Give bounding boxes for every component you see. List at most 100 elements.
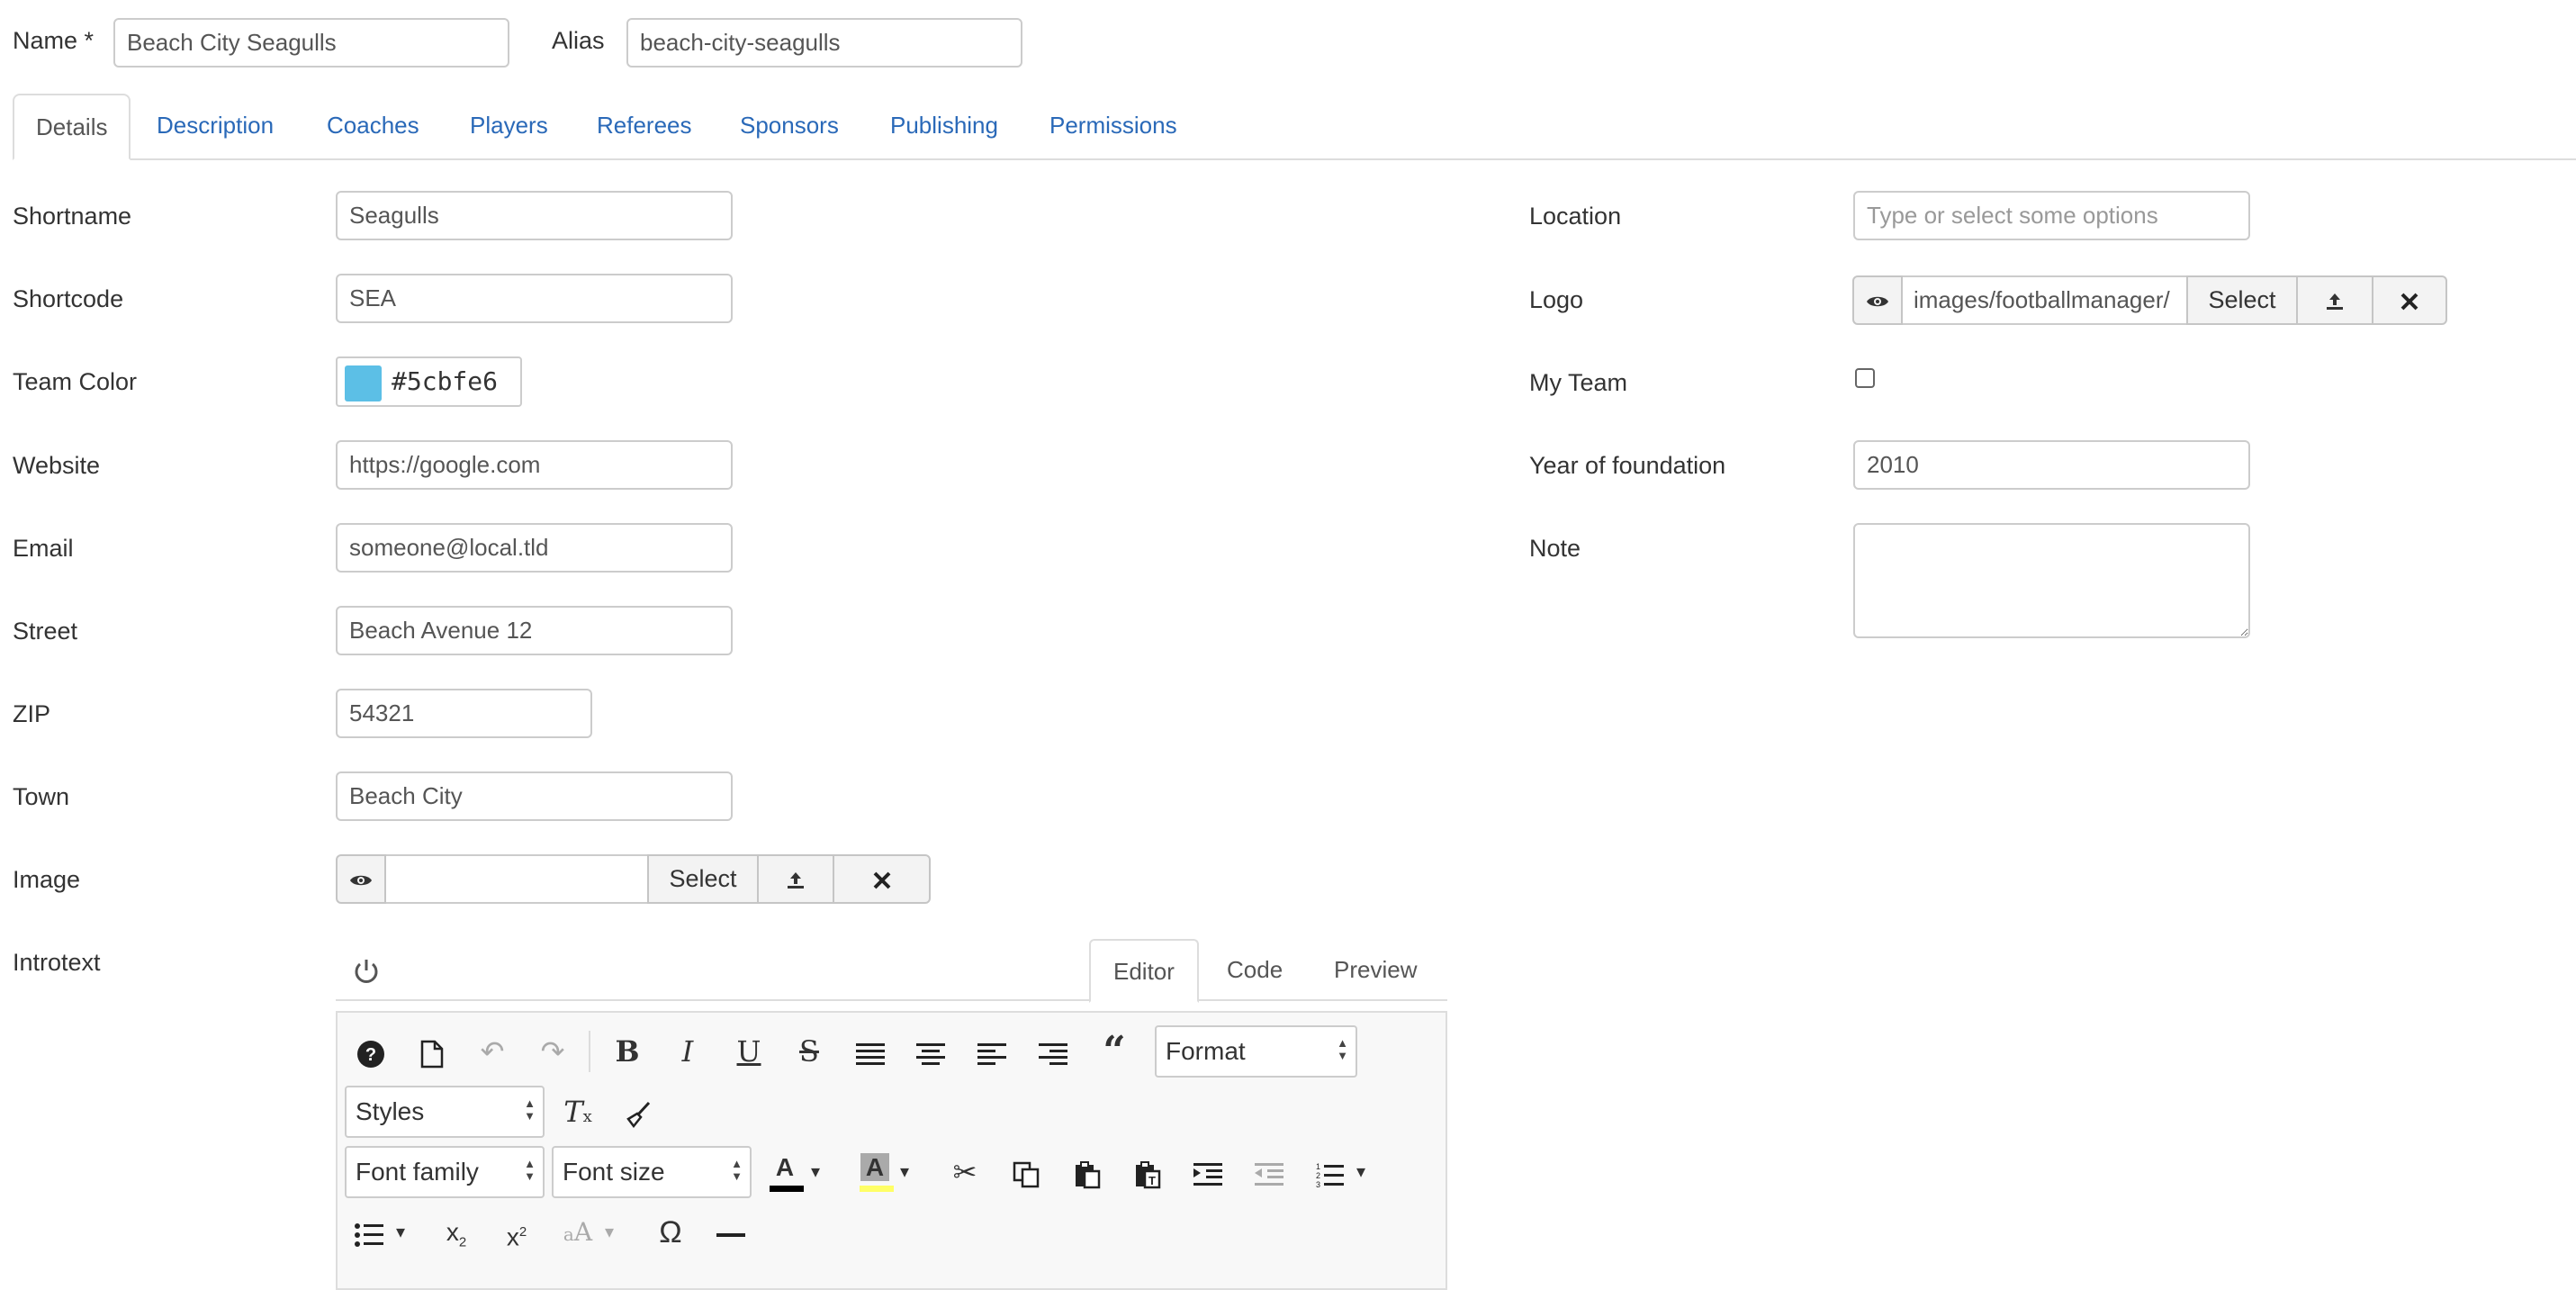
image-path-input[interactable]	[386, 854, 647, 904]
name-input[interactable]: Beach City Seagulls	[113, 18, 509, 68]
omega-icon[interactable]: Ω	[646, 1208, 695, 1257]
outdent-icon[interactable]	[1245, 1148, 1293, 1196]
paste-text-icon[interactable]: T	[1123, 1148, 1172, 1196]
shortcode-input[interactable]: SEA	[336, 274, 733, 323]
alias-input[interactable]: beach-city-seagulls	[626, 18, 1022, 68]
team-color-label: Team Color	[13, 368, 138, 395]
image-preview-button[interactable]	[336, 854, 386, 904]
numbered-list-dropdown-icon[interactable]: ▾	[1352, 1148, 1370, 1196]
location-label: Location	[1529, 203, 1622, 230]
image-upload-button[interactable]	[757, 854, 834, 904]
team-color-picker[interactable]: #5cbfe6	[336, 356, 522, 407]
logo-path-input[interactable]: images/footballmanager/	[1903, 275, 2186, 325]
clean-brush-icon[interactable]	[614, 1087, 662, 1136]
italic-icon[interactable]: I	[663, 1027, 712, 1076]
superscript-icon[interactable]: x2	[492, 1208, 541, 1257]
strikethrough-icon[interactable]: S	[785, 1027, 833, 1076]
logo-upload-button[interactable]	[2296, 275, 2373, 325]
align-center-icon[interactable]	[906, 1027, 955, 1076]
power-icon	[355, 960, 378, 983]
tab-details[interactable]: Details	[13, 94, 131, 160]
introtext-label: Introtext	[13, 949, 101, 976]
color-value[interactable]: #5cbfe6	[392, 358, 498, 405]
align-justify-icon[interactable]	[846, 1027, 895, 1076]
editor-tab-code[interactable]: Code	[1227, 939, 1283, 1001]
tab-referees[interactable]: Referees	[597, 94, 692, 158]
help-icon[interactable]: ?	[347, 1027, 395, 1076]
text-color-dropdown-icon[interactable]: ▾	[806, 1148, 824, 1196]
bullet-list-icon[interactable]	[345, 1208, 393, 1257]
clear-formatting-icon[interactable]: Tx	[554, 1087, 602, 1136]
select-arrows-icon: ▲ ▼	[524, 1157, 536, 1183]
image-media-field: Select	[336, 854, 931, 904]
bold-icon[interactable]: B	[603, 1027, 652, 1076]
redo-icon[interactable]: ↷	[528, 1027, 577, 1076]
close-icon	[2400, 293, 2418, 311]
indent-icon[interactable]	[1184, 1148, 1232, 1196]
logo-preview-button[interactable]	[1852, 275, 1903, 325]
bullet-list-dropdown-icon[interactable]: ▾	[392, 1208, 410, 1257]
cut-icon[interactable]: ✂	[941, 1148, 989, 1196]
street-input[interactable]: Beach Avenue 12	[336, 606, 733, 655]
eye-icon	[350, 875, 372, 886]
website-label: Website	[13, 452, 101, 479]
background-color-icon[interactable]: A	[851, 1148, 899, 1196]
logo-label: Logo	[1529, 286, 1584, 313]
tab-permissions[interactable]: Permissions	[1049, 94, 1177, 158]
styles-select[interactable]: Styles ▲ ▼	[345, 1086, 545, 1138]
tab-publishing[interactable]: Publishing	[890, 94, 998, 158]
year-input[interactable]: 2010	[1853, 440, 2250, 490]
styles-select-label: Styles	[356, 1097, 425, 1125]
shortname-label: Shortname	[13, 203, 132, 230]
align-right-icon[interactable]	[1029, 1027, 1077, 1076]
format-select-label: Format	[1166, 1037, 1246, 1065]
align-left-icon[interactable]	[968, 1027, 1016, 1076]
numbered-list-icon[interactable]: 123	[1305, 1148, 1354, 1196]
color-swatch[interactable]	[345, 365, 382, 401]
format-select[interactable]: Format ▲ ▼	[1155, 1025, 1357, 1078]
email-input[interactable]: someone@local.tld	[336, 523, 733, 573]
undo-icon[interactable]: ↶	[468, 1027, 517, 1076]
zip-input[interactable]: 54321	[336, 689, 592, 738]
my-team-checkbox[interactable]	[1855, 368, 1875, 388]
blockquote-icon[interactable]: “	[1090, 1027, 1139, 1076]
logo-media-field: images/footballmanager/ Select	[1852, 275, 2447, 325]
alias-label: Alias	[552, 27, 605, 54]
editor-tab-preview[interactable]: Preview	[1334, 939, 1417, 1001]
toggle-editor-button[interactable]	[351, 956, 387, 992]
paste-icon[interactable]	[1063, 1148, 1112, 1196]
image-label: Image	[13, 866, 81, 893]
location-input[interactable]: Type or select some options	[1853, 191, 2250, 240]
background-color-dropdown-icon[interactable]: ▾	[896, 1148, 914, 1196]
town-input[interactable]: Beach City	[336, 771, 733, 821]
note-textarea[interactable]	[1853, 523, 2250, 638]
editor-toolbar: ? ↶ ↷ B I U S “ Format ▲ ▼ Styles ▲ ▼ Tx F…	[336, 1011, 1447, 1290]
font-case-dropdown-icon[interactable]: ▾	[600, 1208, 618, 1257]
text-color-icon[interactable]: A	[761, 1148, 809, 1196]
street-label: Street	[13, 618, 78, 645]
logo-select-button[interactable]: Select	[2186, 275, 2298, 325]
logo-clear-button[interactable]	[2372, 275, 2447, 325]
website-input[interactable]: https://google.com	[336, 440, 733, 490]
copy-icon[interactable]	[1002, 1148, 1050, 1196]
horizontal-rule-icon[interactable]	[707, 1208, 755, 1257]
svg-text:1: 1	[1316, 1162, 1320, 1171]
subscript-icon[interactable]: x2	[432, 1208, 481, 1257]
new-document-icon[interactable]	[408, 1027, 456, 1076]
image-clear-button[interactable]	[833, 854, 931, 904]
font-case-icon[interactable]: aA	[554, 1208, 602, 1257]
font-size-select[interactable]: Font size ▲ ▼	[552, 1146, 752, 1198]
tab-coaches[interactable]: Coaches	[327, 94, 419, 158]
font-family-select[interactable]: Font family ▲ ▼	[345, 1146, 545, 1198]
image-select-button[interactable]: Select	[647, 854, 759, 904]
my-team-label: My Team	[1529, 369, 1628, 396]
tab-description[interactable]: Description	[157, 94, 274, 158]
font-size-select-label: Font size	[563, 1158, 665, 1186]
editor-tab-editor[interactable]: Editor	[1089, 939, 1199, 1003]
tab-players[interactable]: Players	[470, 94, 548, 158]
upload-icon	[2327, 293, 2343, 310]
tab-sponsors[interactable]: Sponsors	[740, 94, 839, 158]
shortname-input[interactable]: Seagulls	[336, 191, 733, 240]
year-label: Year of foundation	[1529, 452, 1726, 479]
underline-icon[interactable]: U	[725, 1027, 773, 1076]
